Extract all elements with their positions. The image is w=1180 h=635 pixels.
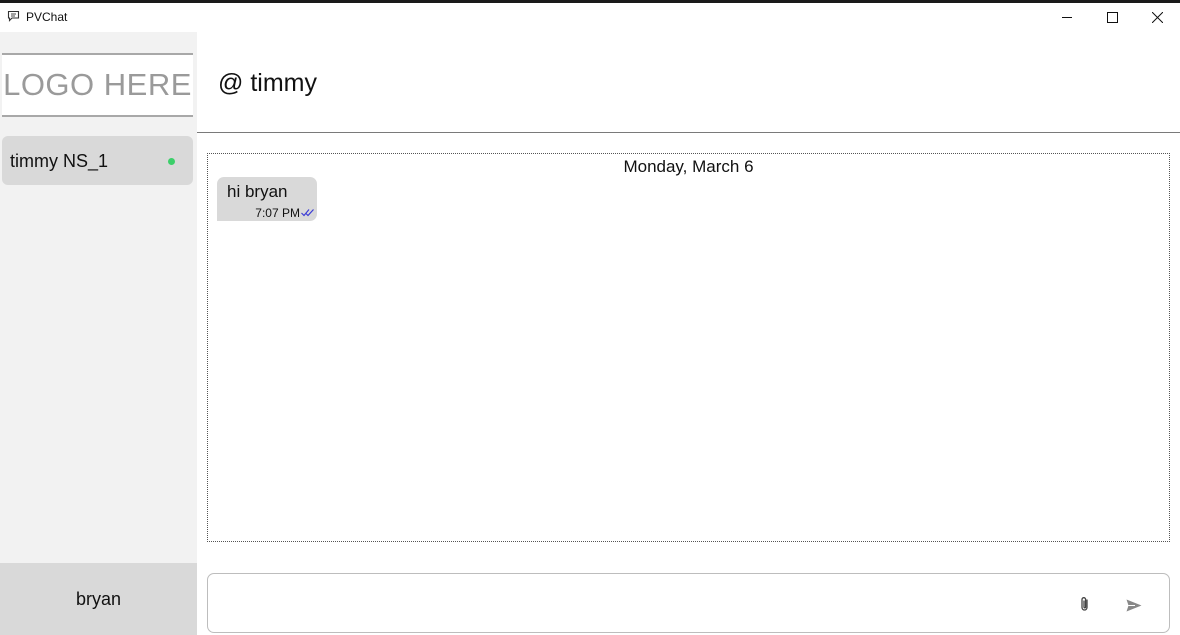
message-input[interactable] xyxy=(220,584,1064,624)
chat-title: @ timmy xyxy=(218,69,317,97)
date-separator: Monday, March 6 xyxy=(623,157,754,176)
message-bubble[interactable]: hi bryan 7:07 PM xyxy=(217,177,317,221)
online-status-icon xyxy=(168,158,175,165)
title-bar[interactable]: PVChat xyxy=(0,3,1180,32)
current-user-name: bryan xyxy=(75,588,122,609)
send-button[interactable] xyxy=(1124,596,1144,614)
logo-text: LOGO HERE xyxy=(3,67,192,102)
chat-icon xyxy=(7,10,20,22)
paperclip-icon xyxy=(1081,597,1088,611)
current-user-panel[interactable]: bryan xyxy=(0,563,197,635)
app-window: PVChat LOGO HERE timmy NS_1 bryan @ timm… xyxy=(0,0,1180,635)
double-check-icon xyxy=(301,209,314,217)
close-button[interactable] xyxy=(1134,3,1180,32)
contact-name: timmy NS_1 xyxy=(10,151,109,171)
message-composer xyxy=(207,573,1170,633)
close-icon xyxy=(1151,12,1163,23)
message-text: hi bryan xyxy=(227,182,288,201)
attach-button[interactable] xyxy=(1076,594,1094,614)
logo: LOGO HERE xyxy=(2,53,193,117)
maximize-icon xyxy=(1106,12,1118,23)
maximize-button[interactable] xyxy=(1089,3,1135,32)
chat-header: @ timmy xyxy=(197,32,1180,133)
message-list[interactable]: Monday, March 6 hi bryan 7:07 PM xyxy=(207,153,1170,542)
message-time: 7:07 PM xyxy=(255,206,300,220)
minimize-button[interactable] xyxy=(1044,3,1090,32)
minimize-icon xyxy=(1061,17,1072,18)
window-title: PVChat xyxy=(26,10,68,24)
sidebar: LOGO HERE timmy NS_1 bryan xyxy=(0,32,197,635)
contact-item-timmy[interactable]: timmy NS_1 xyxy=(2,136,193,185)
send-icon xyxy=(1126,599,1142,611)
